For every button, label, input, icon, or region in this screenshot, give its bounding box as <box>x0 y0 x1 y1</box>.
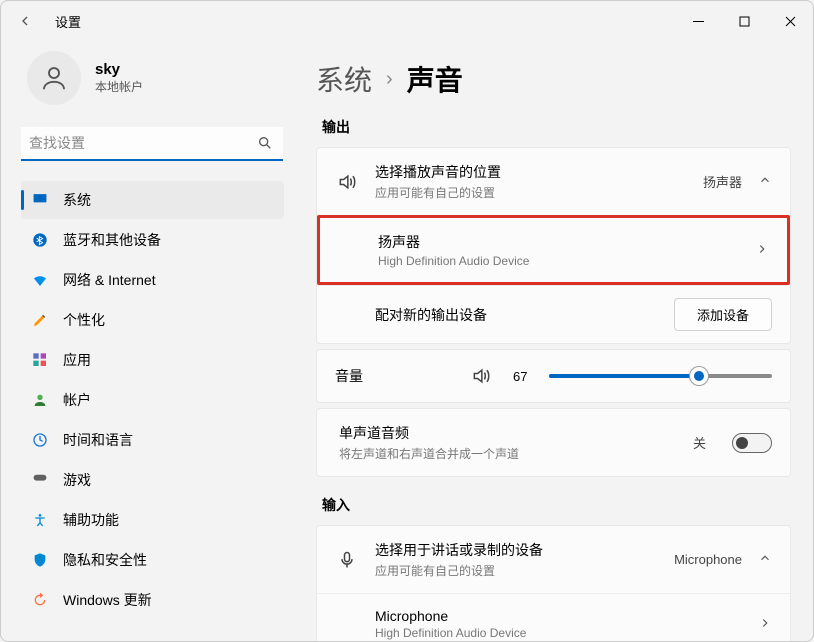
nav: 系统 蓝牙和其他设备 网络 & Internet 个性化 应用 帐户 <box>21 181 302 619</box>
nav-label: 网络 & Internet <box>63 270 156 290</box>
chevron-right-icon: › <box>386 68 393 91</box>
breadcrumb-parent[interactable]: 系统 <box>316 59 372 99</box>
nav-apps[interactable]: 应用 <box>21 341 284 379</box>
apps-icon <box>31 351 49 369</box>
volume-card: 音量 67 <box>316 349 791 403</box>
titlebar: 设置 <box>1 1 813 41</box>
input-device-value: Microphone <box>674 552 742 567</box>
app-title: 设置 <box>55 12 81 31</box>
search-icon <box>257 135 273 156</box>
volume-value: 67 <box>513 369 527 384</box>
accessibility-icon <box>31 511 49 529</box>
close-button[interactable] <box>767 1 813 41</box>
output-card: 选择播放声音的位置 应用可能有自己的设置 扬声器 扬声器 High Defini… <box>316 147 791 344</box>
avatar <box>27 51 81 105</box>
account-icon <box>31 391 49 409</box>
nav-accounts[interactable]: 帐户 <box>21 381 284 419</box>
device-sub: High Definition Audio Device <box>375 626 758 640</box>
chevron-up-icon <box>758 551 772 568</box>
pair-output-row: 配对新的输出设备 添加设备 <box>317 285 790 343</box>
volume-row: 音量 67 <box>317 350 790 402</box>
nav-system[interactable]: 系统 <box>21 181 284 219</box>
wifi-icon <box>31 271 49 289</box>
volume-slider[interactable] <box>549 366 772 386</box>
clock-globe-icon <box>31 431 49 449</box>
nav-label: 时间和语言 <box>63 430 133 450</box>
breadcrumb-current: 声音 <box>407 59 463 99</box>
mono-toggle[interactable] <box>732 433 772 453</box>
chevron-right-icon <box>755 242 769 259</box>
nav-network[interactable]: 网络 & Internet <box>21 261 284 299</box>
speaker-icon <box>335 172 359 192</box>
device-sub: High Definition Audio Device <box>378 254 755 268</box>
maximize-button[interactable] <box>721 1 767 41</box>
row-sub: 应用可能有自己的设置 <box>375 184 687 201</box>
input-heading: 输入 <box>322 495 791 515</box>
window-controls <box>675 1 813 41</box>
device-title: 扬声器 <box>378 232 755 252</box>
row-title: 选择播放声音的位置 <box>375 162 687 182</box>
volume-label: 音量 <box>335 366 455 386</box>
bluetooth-icon <box>31 231 49 249</box>
nav-accessibility[interactable]: 辅助功能 <box>21 501 284 539</box>
search-input[interactable] <box>21 127 283 161</box>
mono-title: 单声道音频 <box>339 423 677 443</box>
nav-label: 辅助功能 <box>63 510 119 530</box>
output-device-row[interactable]: 扬声器 High Definition Audio Device <box>317 215 790 285</box>
shield-icon <box>31 551 49 569</box>
speaker-icon[interactable] <box>469 366 493 386</box>
pair-label: 配对新的输出设备 <box>375 305 487 325</box>
input-select-row[interactable]: 选择用于讲话或录制的设备 应用可能有自己的设置 Microphone <box>317 526 790 593</box>
nav-label: 蓝牙和其他设备 <box>63 230 161 250</box>
profile-sub: 本地帐户 <box>95 78 143 95</box>
device-title: Microphone <box>375 608 758 624</box>
input-card: 选择用于讲话或录制的设备 应用可能有自己的设置 Microphone Micro… <box>316 525 791 641</box>
output-heading: 输出 <box>322 117 791 137</box>
nav-bluetooth[interactable]: 蓝牙和其他设备 <box>21 221 284 259</box>
update-icon <box>31 591 49 609</box>
nav-label: 应用 <box>63 350 91 370</box>
main-content: 系统 › 声音 输出 选择播放声音的位置 应用可能有自己的设置 扬声器 <box>306 41 813 641</box>
row-sub: 应用可能有自己的设置 <box>375 562 658 579</box>
mono-row: 单声道音频 将左声道和右声道合并成一个声道 关 <box>317 409 790 476</box>
nav-privacy[interactable]: 隐私和安全性 <box>21 541 284 579</box>
nav-time-language[interactable]: 时间和语言 <box>21 421 284 459</box>
output-select-row[interactable]: 选择播放声音的位置 应用可能有自己的设置 扬声器 <box>317 148 790 215</box>
brush-icon <box>31 311 49 329</box>
nav-label: 个性化 <box>63 310 105 330</box>
nav-label: 系统 <box>63 190 91 210</box>
output-device-value: 扬声器 <box>703 172 742 191</box>
nav-label: 游戏 <box>63 470 91 490</box>
breadcrumb: 系统 › 声音 <box>316 59 791 99</box>
add-device-button[interactable]: 添加设备 <box>674 298 772 331</box>
gamepad-icon <box>31 471 49 489</box>
profile[interactable]: sky 本地帐户 <box>21 51 302 105</box>
nav-label: Windows 更新 <box>63 590 152 610</box>
input-device-row[interactable]: Microphone High Definition Audio Device <box>317 593 790 641</box>
profile-name: sky <box>95 61 143 78</box>
nav-label: 隐私和安全性 <box>63 550 147 570</box>
chevron-right-icon <box>758 616 772 633</box>
nav-windows-update[interactable]: Windows 更新 <box>21 581 284 619</box>
toggle-state-label: 关 <box>693 433 706 452</box>
sidebar: sky 本地帐户 系统 蓝牙和其他设备 网络 & Internet <box>1 41 306 641</box>
nav-label: 帐户 <box>63 390 91 410</box>
system-icon <box>31 191 49 209</box>
mono-card: 单声道音频 将左声道和右声道合并成一个声道 关 <box>316 408 791 477</box>
minimize-button[interactable] <box>675 1 721 41</box>
nav-personalization[interactable]: 个性化 <box>21 301 284 339</box>
nav-gaming[interactable]: 游戏 <box>21 461 284 499</box>
row-title: 选择用于讲话或录制的设备 <box>375 540 658 560</box>
chevron-up-icon <box>758 173 772 190</box>
back-button[interactable] <box>13 9 37 33</box>
microphone-icon <box>335 550 359 570</box>
mono-sub: 将左声道和右声道合并成一个声道 <box>339 445 677 462</box>
